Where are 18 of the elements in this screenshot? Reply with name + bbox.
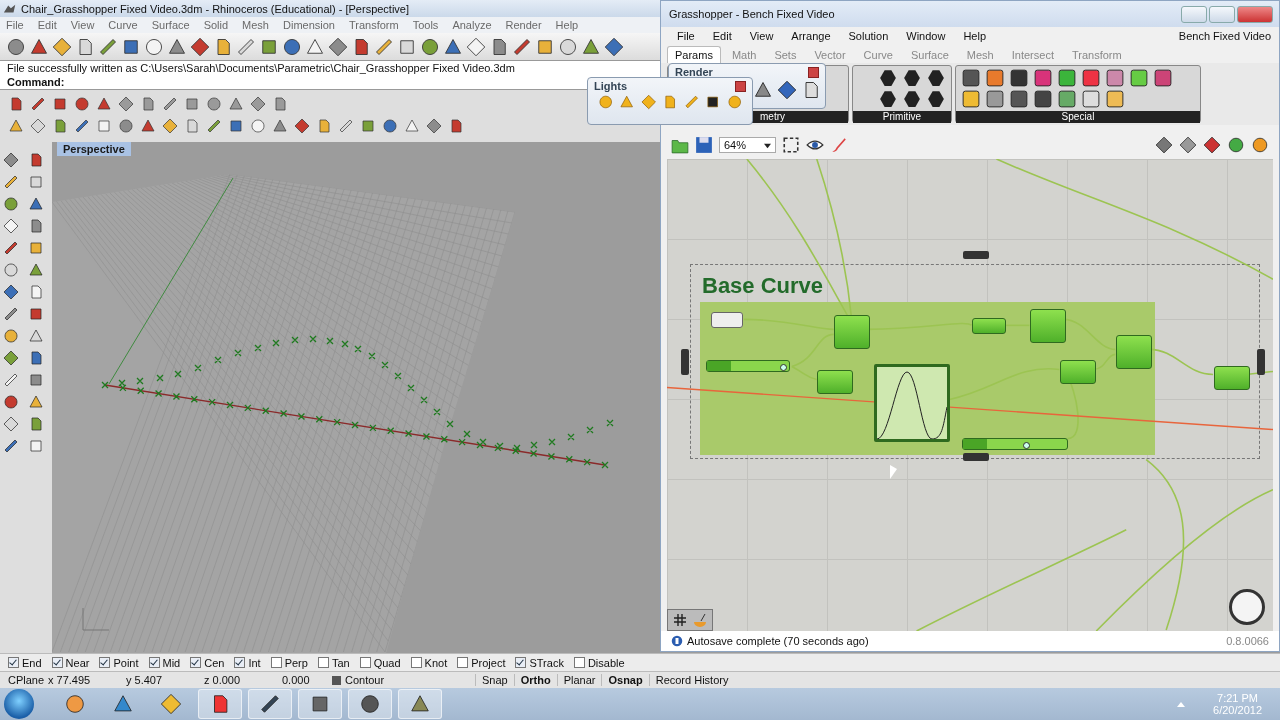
- panel-title: Render: [675, 66, 713, 78]
- panel-label: Special: [956, 111, 1200, 123]
- window-title: Chair_Grasshopper Fixed Video.3dm - Rhinoceros (Educational) - [Perspective]: [21, 2, 410, 15]
- cplane-label: CPlane: [8, 674, 46, 686]
- y-coordinate: y 5.407: [126, 674, 164, 686]
- version-label: 0.8.0066: [1226, 635, 1269, 647]
- x-coordinate: x 77.495: [48, 674, 92, 686]
- status-message: Autosave complete (70 seconds ago): [687, 635, 869, 647]
- command-history: File successfully written as C:\Users\Sarah\Documents\Parametric\Chair_Grasshopper Fixed Video.3dm: [7, 62, 515, 74]
- group-title: Base Curve: [702, 273, 824, 299]
- document-name: Bench Fixed Video: [1178, 30, 1271, 42]
- distance-value: 0.000: [282, 674, 311, 686]
- panel-label: Primitive: [853, 111, 951, 123]
- clock-date: 6/20/2012: [1213, 704, 1262, 716]
- panel-title: Lights: [594, 80, 627, 92]
- clock-time: 7:21 PM: [1217, 692, 1258, 704]
- window-title: Grasshopper - Bench Fixed Video: [669, 8, 835, 20]
- z-coordinate: z 0.000: [204, 674, 242, 686]
